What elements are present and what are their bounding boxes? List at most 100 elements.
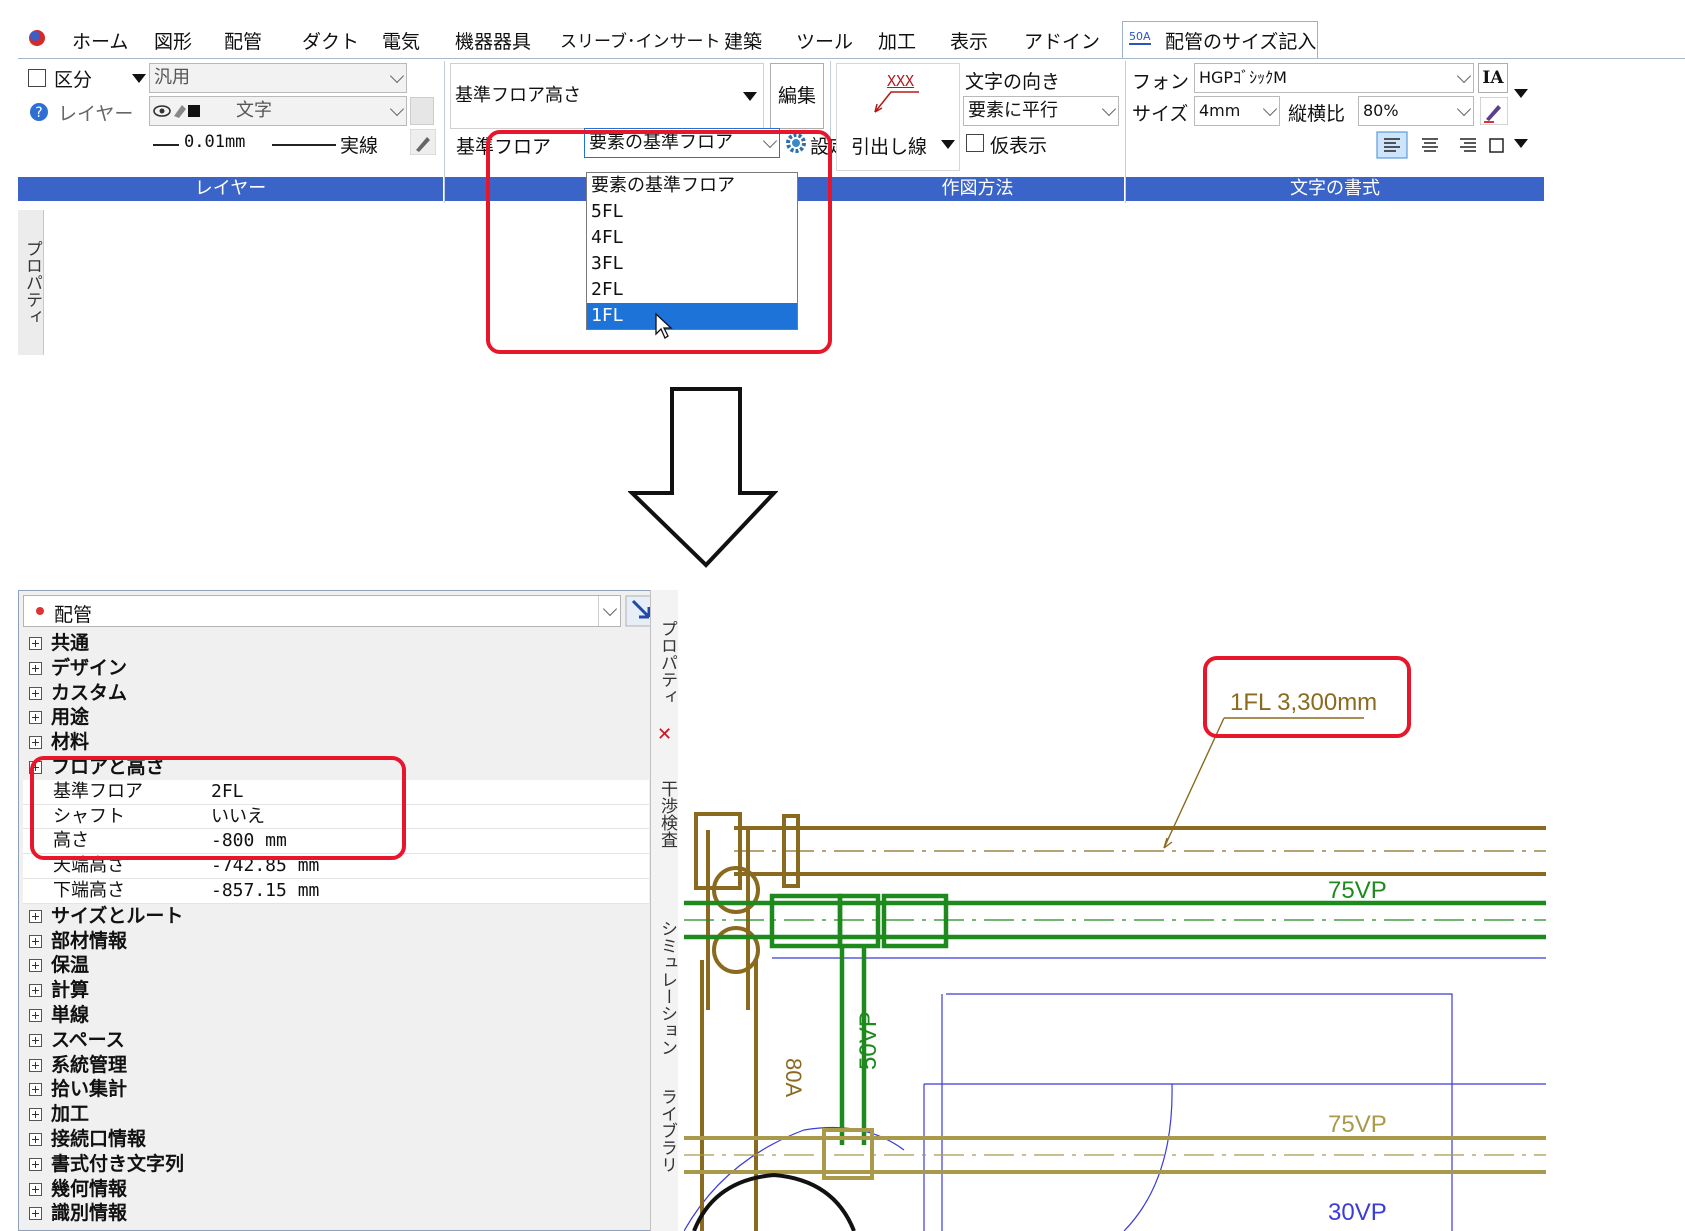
property-group[interactable]: 識別情報 — [23, 1201, 649, 1226]
property-group[interactable]: 幾何情報 — [23, 1177, 649, 1202]
menu-home[interactable]: ホーム — [72, 27, 128, 54]
leader-button[interactable]: XXX 引出し線 — [836, 63, 960, 171]
more-options-icon[interactable] — [1514, 89, 1528, 98]
font-select[interactable]: HGPｺﾞｼｯｸM — [1194, 63, 1474, 93]
draw-group-title: 作図方法 — [831, 177, 1124, 201]
side-tab-clash-check[interactable]: 干渉検査 — [655, 780, 680, 848]
menu-equipment[interactable]: 機器器具 — [455, 27, 531, 54]
down-arrow-icon — [628, 387, 778, 568]
category-checkbox[interactable] — [28, 69, 46, 87]
property-group[interactable]: 部材情報 — [23, 929, 649, 954]
close-icon[interactable]: ✕ — [657, 724, 672, 745]
text-direction-label: 文字の向き — [965, 71, 1061, 93]
menu-fabrication[interactable]: 加工 — [878, 27, 916, 54]
preview-label: 仮表示 — [990, 135, 1048, 157]
svg-text:?: ? — [35, 105, 42, 121]
menu-architecture[interactable]: 建築 — [724, 27, 762, 54]
size-select[interactable]: 4mm — [1194, 96, 1280, 126]
ribbon-menubar: ホーム 図形 配管 ダクト 電気 機器器具 スリーブ･インサート 建築 ツール … — [18, 21, 1685, 59]
menu-piping[interactable]: 配管 — [224, 27, 262, 54]
property-tree: 共通 デザイン カスタム 用途 材料 フロアと高さ 基準フロア 2FL シャフトい… — [23, 631, 649, 1226]
category-dropdown-arrow-icon[interactable] — [132, 74, 146, 83]
property-group[interactable]: 共通 — [23, 631, 649, 656]
property-group[interactable]: 材料 — [23, 730, 649, 755]
pipe-label[interactable]: 80A — [781, 1058, 806, 1097]
property-group[interactable]: 計算 — [23, 978, 649, 1003]
menu-shape[interactable]: 図形 — [154, 27, 192, 54]
pipe-label[interactable]: 75VP — [1328, 877, 1387, 904]
building-outline — [684, 957, 1546, 1231]
pipe-label[interactable]: 75VP — [1328, 1111, 1387, 1138]
format-group-title: 文字の書式 — [1126, 177, 1544, 201]
element-type-select[interactable]: 配管 — [23, 595, 621, 627]
side-tab-simulation[interactable]: シミュレーション — [655, 920, 680, 1056]
text-style-button[interactable]: IA — [1478, 63, 1508, 93]
leader-arrow-icon — [874, 91, 919, 113]
app-logo-icon[interactable] — [26, 27, 48, 49]
pipe-label[interactable]: 50VP — [855, 1011, 882, 1070]
ratio-label: 縦横比 — [1288, 103, 1346, 125]
category-select[interactable]: 汎用 — [149, 63, 407, 93]
menu-sleeve-insert[interactable]: スリーブ･インサート — [560, 27, 720, 52]
property-group[interactable]: デザイン — [23, 656, 649, 681]
highlight-floor-height — [30, 756, 406, 860]
menu-view[interactable]: 表示 — [950, 27, 988, 54]
highlight-dropdown — [486, 130, 832, 354]
element-type-label: 配管 — [54, 604, 93, 626]
tab-label: 配管のサイズ記入 — [1165, 31, 1317, 53]
line-type-sample — [272, 144, 336, 146]
property-group[interactable]: サイズとルート — [23, 904, 649, 929]
cad-drawing-canvas[interactable]: 1FL 3,300mm 75VP 50VP 80A 75VP 30VP — [684, 590, 1685, 1231]
size-label: サイズ — [1132, 103, 1189, 125]
ratio-select[interactable]: 80% — [1358, 96, 1474, 126]
property-group[interactable]: 書式付き文字列 — [23, 1152, 649, 1177]
layer-label: レイヤー — [58, 103, 134, 125]
category-label: 区分 — [54, 69, 93, 91]
right-dock-strip: プロパティ ✕ 干渉検査 シミュレーション ライブラリ — [650, 590, 678, 1231]
property-group[interactable]: 系統管理 — [23, 1053, 649, 1078]
line-width-sample — [153, 144, 179, 146]
alignment-buttons — [1376, 131, 1504, 159]
property-group[interactable]: カスタム — [23, 681, 649, 706]
property-group[interactable]: スペース — [23, 1028, 649, 1053]
property-group[interactable]: 単線 — [23, 1003, 649, 1028]
help-icon[interactable]: ? — [28, 101, 50, 123]
layer-select[interactable]: 文字 — [149, 96, 407, 126]
property-group[interactable]: 保温 — [23, 953, 649, 978]
leader-sample: XXX — [887, 72, 915, 90]
menu-duct[interactable]: ダクト — [302, 27, 359, 54]
text-direction-select[interactable]: 要素に平行 — [963, 96, 1119, 126]
leader-label: 引出し線 — [851, 136, 928, 158]
pipe-label[interactable]: 30VP — [1328, 1199, 1387, 1226]
property-group[interactable]: 加工 — [23, 1102, 649, 1127]
menu-electric[interactable]: 電気 — [382, 27, 420, 54]
side-tab-property[interactable]: プロパティ — [655, 620, 680, 705]
menu-addin[interactable]: アドイン — [1024, 27, 1100, 54]
property-panel: 配管 共通 デザイン カスタム 用途 材料 フロアと高さ 基準フロア 2FL シャ… — [18, 590, 678, 1231]
layer-group-title: レイヤー — [18, 177, 443, 201]
format-eyedropper-icon[interactable] — [1480, 97, 1508, 125]
side-tab-library[interactable]: ライブラリ — [655, 1088, 680, 1173]
side-tab-property-top[interactable]: プロパティ — [20, 240, 45, 325]
edit-button[interactable]: 編集 — [770, 63, 824, 129]
size-badge-icon: 50A — [1129, 30, 1151, 45]
layer-list-button[interactable] — [410, 97, 434, 125]
eyedropper-icon[interactable] — [410, 129, 436, 155]
property-group[interactable]: 用途 — [23, 705, 649, 730]
tab-pipe-size-annotation[interactable]: 50A 配管のサイズ記入 — [1122, 21, 1318, 59]
ribbon-panel: 区分 汎用 ? レイヤー 文字 0.01mm 実線 レイヤー 基準フロア高さ 編… — [18, 58, 1685, 204]
property-group[interactable]: 接続口情報 — [23, 1127, 649, 1152]
layer-visibility-icons — [153, 105, 200, 118]
height-mode-select[interactable]: 基準フロア高さ — [450, 63, 764, 129]
line-width-value[interactable]: 0.01mm — [184, 132, 245, 152]
preview-checkbox[interactable] — [966, 134, 984, 152]
menu-tools[interactable]: ツール — [796, 27, 853, 54]
border-dropdown-icon[interactable] — [1514, 139, 1528, 148]
green-pipe — [684, 893, 1546, 1145]
property-group[interactable]: 拾い集計 — [23, 1077, 649, 1102]
black-arc — [692, 1172, 856, 1231]
element-dot-icon — [36, 607, 44, 615]
line-type-value[interactable]: 実線 — [340, 131, 378, 158]
property-row[interactable]: 下端高さ -857.15 mm — [23, 878, 649, 904]
highlight-callout — [1203, 656, 1411, 738]
